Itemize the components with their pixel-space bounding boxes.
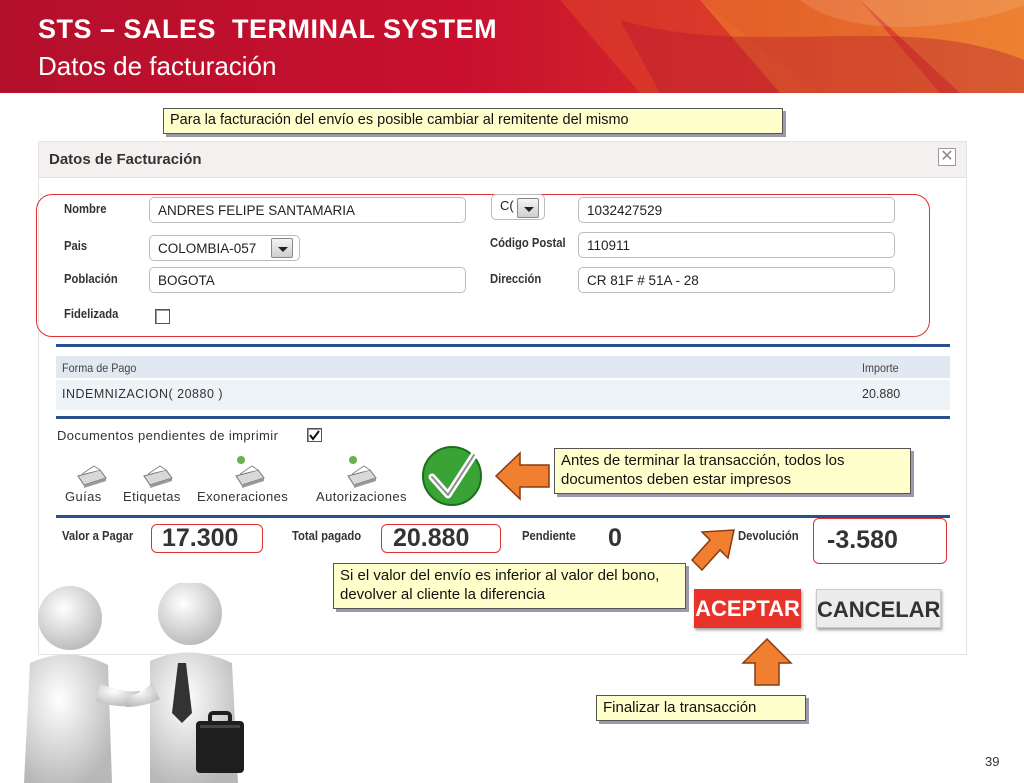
- doc-exoneraciones-label[interactable]: Exoneraciones: [197, 489, 288, 504]
- cancel-button[interactable]: CANCELAR: [816, 589, 941, 628]
- diagonal-arrow-icon: [690, 529, 735, 572]
- callout-change-sender: Para la facturación del envío es posible…: [163, 108, 783, 134]
- pais-label: Pais: [64, 239, 88, 253]
- payment-table-bottom-border: [56, 416, 950, 419]
- slide-title: STS – SALES TERMINAL SYSTEM: [38, 14, 498, 44]
- doc-number-input[interactable]: 1032427529: [578, 197, 895, 223]
- doc-etiquetas-label[interactable]: Etiquetas: [123, 489, 181, 504]
- pendiente-value: 0: [608, 524, 622, 552]
- doc-autorizaciones-label[interactable]: Autorizaciones: [316, 489, 407, 504]
- close-icon[interactable]: ✕: [938, 148, 956, 166]
- nombre-input[interactable]: ANDRES FELIPE SANTAMARIA: [149, 197, 466, 223]
- devolucion-label: Devolución: [738, 529, 799, 543]
- devolucion-value: -3.580: [827, 526, 898, 554]
- codigo-postal-input[interactable]: 110911: [578, 232, 895, 258]
- fidelizada-checkbox[interactable]: [155, 309, 170, 324]
- slide-header-banner: STS – SALES TERMINAL SYSTEM Datos de fac…: [0, 0, 1024, 93]
- printer-approved-icon[interactable]: [344, 454, 380, 488]
- pending-docs-checkbox[interactable]: [307, 428, 322, 442]
- slide-subtitle: Datos de facturación: [38, 51, 277, 81]
- payment-forma-cell: INDEMNIZACION( 20880 ): [62, 387, 224, 401]
- valor-pagar-label: Valor a Pagar: [62, 529, 134, 543]
- direccion-input[interactable]: CR 81F # 51A - 28: [578, 267, 895, 293]
- fidelizada-label: Fidelizada: [64, 307, 119, 321]
- callout-refund-difference: Si el valor del envío es inferior al val…: [333, 563, 686, 609]
- payment-col-importe: Importe: [862, 361, 899, 375]
- codigo-postal-label: Código Postal: [490, 236, 566, 250]
- up-arrow-icon: [741, 637, 793, 686]
- callout-docs-printed: Antes de terminar la transacción, todos …: [554, 448, 911, 494]
- total-pagado-value: 20.880: [393, 524, 470, 552]
- callout-finish-transaction: Finalizar la transacción: [596, 695, 806, 721]
- payment-table-top-border: [56, 344, 950, 347]
- poblacion-input[interactable]: BOGOTA: [149, 267, 466, 293]
- valor-pagar-value: 17.300: [162, 524, 239, 552]
- dialog-header: Datos de Facturación ✕: [39, 142, 966, 178]
- payment-col-forma: Forma de Pago: [62, 361, 137, 375]
- checkmark-icon: [309, 430, 320, 441]
- poblacion-label: Población: [64, 272, 118, 286]
- green-check-icon: [422, 446, 482, 506]
- left-arrow-icon: [494, 451, 550, 501]
- pendiente-label: Pendiente: [522, 529, 576, 543]
- handshake-illustration: [24, 583, 244, 783]
- printer-icon[interactable]: [74, 462, 108, 488]
- payment-importe-cell: 20.880: [862, 387, 901, 401]
- total-pagado-label: Total pagado: [292, 529, 362, 543]
- payment-table-header: [56, 356, 950, 378]
- accept-button[interactable]: ACEPTAR: [694, 589, 801, 628]
- dialog-title: Datos de Facturación: [49, 151, 202, 168]
- printer-approved-icon[interactable]: [232, 454, 268, 488]
- pending-docs-label: Documentos pendientes de imprimir: [57, 428, 279, 443]
- page-number: 39: [985, 754, 1000, 769]
- doc-type-dropdown-icon[interactable]: [517, 198, 539, 218]
- doc-guias-label[interactable]: Guías: [65, 489, 102, 504]
- nombre-label: Nombre: [64, 202, 107, 216]
- direccion-label: Dirección: [490, 272, 542, 286]
- pais-dropdown-icon[interactable]: [271, 238, 293, 258]
- printer-icon[interactable]: [140, 462, 174, 488]
